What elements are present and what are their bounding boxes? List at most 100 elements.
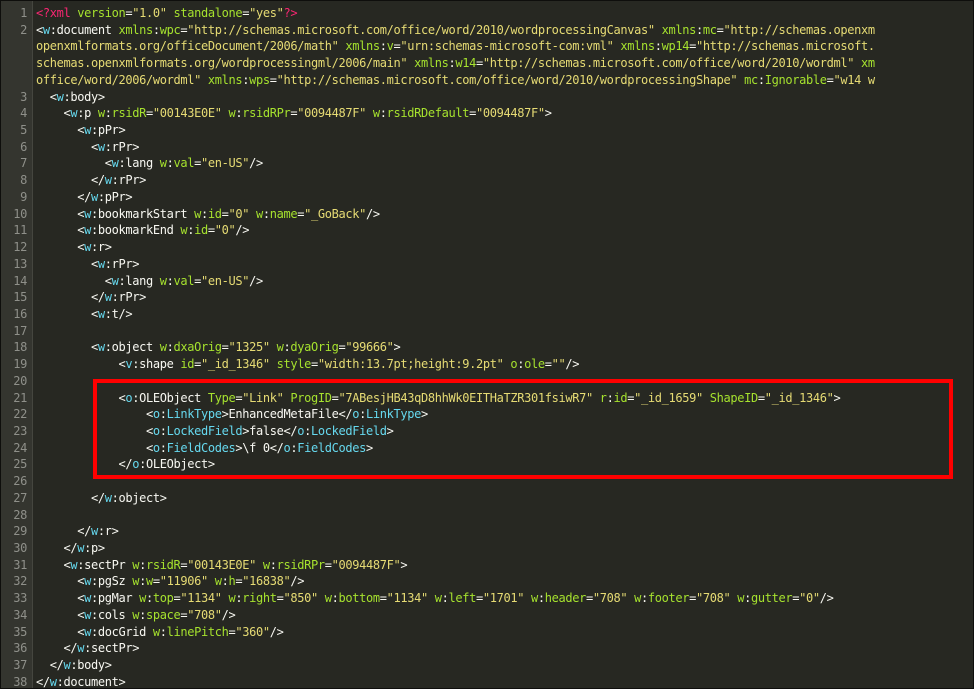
code-line[interactable]: 14 <w:lang w:val="en-US"/> xyxy=(1,273,973,290)
code-token: : xyxy=(91,123,98,138)
code-token: xmlns xyxy=(620,39,655,54)
line-text: <w:body> xyxy=(36,89,105,106)
code-line[interactable]: 27 </w:object> xyxy=(1,490,973,507)
code-token: > xyxy=(366,440,373,455)
code-line[interactable]: 38 </w:document> xyxy=(1,674,973,689)
code-token: > xyxy=(111,524,119,539)
code-line[interactable]: 19 <v:shape id="_id_1346" style="width:1… xyxy=(1,356,973,373)
code-line[interactable]: 28 xyxy=(1,507,973,524)
code-line[interactable]: 8 </w:rPr> xyxy=(1,172,973,189)
code-token: header xyxy=(544,591,587,606)
code-line[interactable]: 1 <?xml version="1.0" standalone="yes"?> xyxy=(1,5,973,22)
code-line[interactable]: openxmlformats.org/officeDocument/2006/m… xyxy=(1,38,973,55)
code-token: "yes" xyxy=(249,6,284,20)
code-line[interactable]: 4 <w:p w:rsidR="00143E0E" w:rsidRPr="009… xyxy=(1,105,973,122)
code-line[interactable]: 21 <o:OLEObject Type="Link" ProgID="7ABe… xyxy=(1,390,973,407)
code-token: : xyxy=(111,173,119,188)
code-token: < xyxy=(36,440,153,455)
code-line[interactable]: 35 <w:docGrid w:linePitch="360"/> xyxy=(1,624,973,641)
code-line[interactable]: 24 <o:FieldCodes>\f 0</o:FieldCodes> xyxy=(1,440,973,457)
line-number: 33 xyxy=(13,591,27,606)
code-token: xm xyxy=(860,56,875,71)
code-token: "708" xyxy=(696,591,731,606)
line-text: </w:r> xyxy=(36,523,119,540)
code-line[interactable]: office/word/2006/wordml" xmlns: wps="http… xyxy=(1,72,973,89)
code-line[interactable]: 6 <w:rPr> xyxy=(1,139,973,156)
code-token: pgSz xyxy=(97,574,133,589)
code-token: w xyxy=(146,574,153,589)
code-line[interactable]: 33 <w:pgMar w:top="1134" w:right="850" w… xyxy=(1,590,973,607)
code-token: < xyxy=(36,256,98,271)
code-line[interactable]: 23 <o:LockedField>false</o:LockedField> xyxy=(1,423,973,440)
code-token: : xyxy=(97,189,105,204)
code-token: < xyxy=(36,557,71,572)
code-line[interactable]: 34 <w:cols w:space="708"/> xyxy=(1,607,973,624)
code-token: "1134" xyxy=(386,591,429,606)
code-token: LinkType xyxy=(166,407,222,422)
line-number: 13 xyxy=(13,256,27,271)
line-text: </w:body> xyxy=(36,657,112,674)
code-token: : xyxy=(744,591,751,606)
code-token: "99666" xyxy=(345,340,394,355)
code-line[interactable]: 37 </w:body> xyxy=(1,657,973,674)
code-line[interactable]: 10 <w:bookmarkStart w:id="0" w:name="_Go… xyxy=(1,206,973,223)
code-line[interactable]: schemas.openxmlformats.org/wordprocessin… xyxy=(1,55,973,72)
code-token: < xyxy=(36,139,98,154)
code-token: </ xyxy=(36,658,64,673)
line-number: 17 xyxy=(13,323,27,338)
line-number: 28 xyxy=(13,507,27,522)
code-token: : xyxy=(304,423,311,438)
code-token: /> xyxy=(366,206,380,221)
code-token: "http://schemas.microsoft.com/office/wor… xyxy=(187,22,655,37)
code-token: : xyxy=(91,240,98,255)
code-token: "http://schemas.microsoft.com/office/wor… xyxy=(276,72,738,87)
code-token: = xyxy=(221,206,229,221)
code-line[interactable]: 15 </w:rPr> xyxy=(1,289,973,306)
code-token: = xyxy=(586,591,593,606)
code-line[interactable]: 18 <w:object w:dxaOrig="1325" w:dyaOrig=… xyxy=(1,339,973,356)
code-line[interactable]: 36 </w:sectPr> xyxy=(1,640,973,657)
code-line[interactable]: 3 <w:body> xyxy=(1,89,973,106)
code-token: > xyxy=(118,123,126,138)
code-line[interactable]: 25 </o:OLEObject> xyxy=(1,456,973,473)
line-number: 24 xyxy=(13,440,27,455)
code-token: w xyxy=(84,624,91,639)
code-token: : xyxy=(104,340,112,355)
line-number: 14 xyxy=(13,273,27,288)
code-line[interactable]: 16 <w:t/> xyxy=(1,306,973,323)
code-token: w xyxy=(531,591,538,606)
code-line[interactable]: 31 <w:sectPr w:rsidR="00143E0E" w:rsidRP… xyxy=(1,557,973,574)
code-token: LockedField xyxy=(311,423,387,438)
code-token: cols xyxy=(97,607,133,622)
code-line[interactable]: 13 <w:rPr> xyxy=(1,256,973,273)
line-number: 31 xyxy=(13,557,27,572)
code-line[interactable]: 11 <w:bookmarkEnd w:id="0"/> xyxy=(1,222,973,239)
code-line[interactable]: 20 xyxy=(1,373,973,390)
code-token: = xyxy=(221,340,229,355)
code-editor[interactable]: 1 <?xml version="1.0" standalone="yes"?> 2… xyxy=(0,0,974,689)
code-line[interactable]: 29 </w:r> xyxy=(1,523,973,540)
code-token: o xyxy=(152,423,160,438)
code-line[interactable]: 5 <w:pPr> xyxy=(1,122,973,139)
code-token: : xyxy=(84,541,91,555)
code-area[interactable]: 1 <?xml version="1.0" standalone="yes"?> 2… xyxy=(1,5,973,689)
code-line[interactable]: 32 <w:pgSz w:w="11906" w:h="16838"/> xyxy=(1,573,973,590)
code-line[interactable]: 7 <w:lang w:val="en-US"/> xyxy=(1,155,973,172)
code-token: sectPr xyxy=(84,557,133,572)
code-line[interactable]: 30 </w:p> xyxy=(1,540,973,557)
code-token: "0094487F" xyxy=(331,557,401,572)
code-token: = xyxy=(207,223,215,238)
code-token: < xyxy=(36,240,85,255)
code-line[interactable]: 17 xyxy=(1,323,973,340)
code-line[interactable]: 2 <w:document xmlns:wpc="http://schemas.m… xyxy=(1,22,973,39)
line-number: 10 xyxy=(13,206,27,221)
code-line[interactable]: 22 <o:LinkType>EnhancedMetaFile</o:LinkT… xyxy=(1,406,973,423)
code-token: id xyxy=(194,223,208,238)
code-token: xmlns xyxy=(118,22,154,37)
code-token: document xyxy=(63,674,119,689)
code-line[interactable]: 12 <w:r> xyxy=(1,239,973,256)
code-line[interactable]: 9 </w:pPr> xyxy=(1,189,973,206)
line-text: <o:LinkType>EnhancedMetaFile</o:LinkType… xyxy=(36,406,428,423)
code-line[interactable]: 26 xyxy=(1,473,973,490)
